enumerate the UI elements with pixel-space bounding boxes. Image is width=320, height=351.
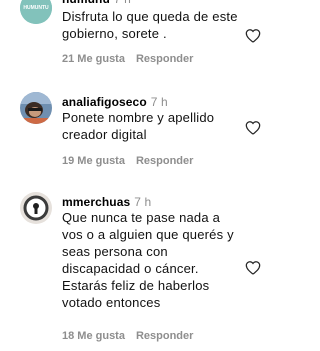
comment-item: mmerchuas 7 h Que nunca te pase nada a vo…	[0, 187, 274, 351]
comment-username[interactable]: mmerchuas 7 h	[62, 195, 151, 209]
username-text[interactable]: humunu	[62, 0, 110, 6]
reply-button[interactable]: Responder	[136, 155, 193, 167]
avatar-image: HUMUNTU	[20, 0, 52, 24]
likes-count[interactable]: 21 Me gusta	[62, 53, 125, 65]
avatar[interactable]	[20, 92, 52, 124]
comment-item: HUMUNTU humunu 7 h Disfruta lo que queda …	[0, 0, 274, 75]
comment-meta: 21 Me gusta Responder	[62, 53, 193, 65]
comment-text: Ponete nombre y apellido creador digital	[62, 110, 215, 142]
reply-button[interactable]: Responder	[136, 330, 193, 342]
comment-text: Que nunca te pase nada a vos o a alguien…	[62, 210, 234, 310]
comment-text: Disfruta lo que queda de este gobierno, …	[62, 9, 238, 41]
comment-meta: 18 Me gusta Responder	[62, 330, 193, 342]
comment-item: analiafigoseco 7 h Ponete nombre y apelli…	[0, 87, 274, 177]
like-heart-icon[interactable]	[245, 120, 261, 135]
username-text[interactable]: analiafigoseco	[62, 95, 147, 109]
comment-username[interactable]: humunu 7 h	[62, 0, 131, 6]
likes-count[interactable]: 18 Me gusta	[62, 330, 125, 342]
reply-button[interactable]: Responder	[136, 53, 193, 65]
comment-time: 7 h	[114, 0, 131, 6]
likes-count[interactable]: 19 Me gusta	[62, 155, 125, 167]
avatar[interactable]: HUMUNTU	[20, 0, 52, 24]
avatar[interactable]	[20, 192, 52, 224]
like-heart-icon[interactable]	[245, 28, 261, 43]
comment-meta: 19 Me gusta Responder	[62, 155, 193, 167]
like-heart-icon[interactable]	[245, 260, 261, 275]
comment-time: 7 h	[134, 195, 152, 209]
username-text[interactable]: mmerchuas	[62, 195, 130, 209]
avatar-logo-text: HUMUNTU	[23, 5, 49, 11]
avatar-image	[20, 192, 52, 224]
comment-username[interactable]: analiafigoseco 7 h	[62, 95, 168, 109]
comment-time: 7 h	[150, 95, 168, 109]
avatar-image	[20, 92, 52, 124]
